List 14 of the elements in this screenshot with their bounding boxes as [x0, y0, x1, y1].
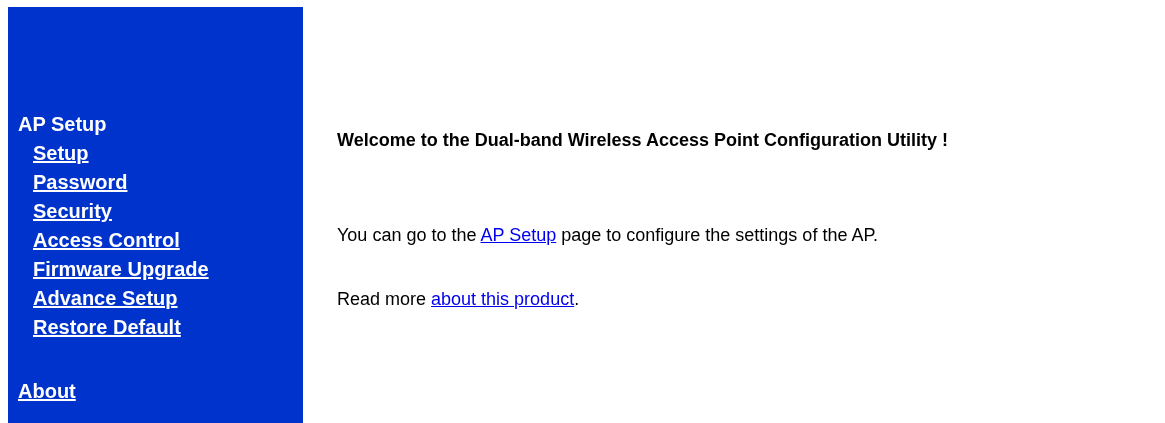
sidebar-link[interactable]: Firmware Upgrade	[33, 255, 209, 284]
info-sentence: Read more about this product.	[337, 288, 581, 311]
welcome-heading: Welcome to the Dual-band Wireless Access Point Configuration Utility !	[337, 129, 948, 152]
info-sentence: You can go to the AP Setup page to configure the settings of the AP.	[337, 224, 880, 247]
sidebar-link[interactable]: Advance Setup	[33, 284, 178, 313]
sidebar-link[interactable]: Password	[33, 168, 128, 197]
text-link[interactable]: AP Setup	[480, 225, 557, 245]
sidebar-link[interactable]: Security	[33, 197, 112, 226]
sidebar-link[interactable]: Restore Default	[33, 313, 181, 342]
text-link[interactable]: about this product	[431, 289, 575, 309]
about-link[interactable]: About	[18, 377, 76, 406]
sidebar-link[interactable]: Setup	[33, 139, 89, 168]
section-title: AP Setup	[18, 112, 108, 137]
sidebar-link[interactable]: Access Control	[33, 226, 180, 255]
